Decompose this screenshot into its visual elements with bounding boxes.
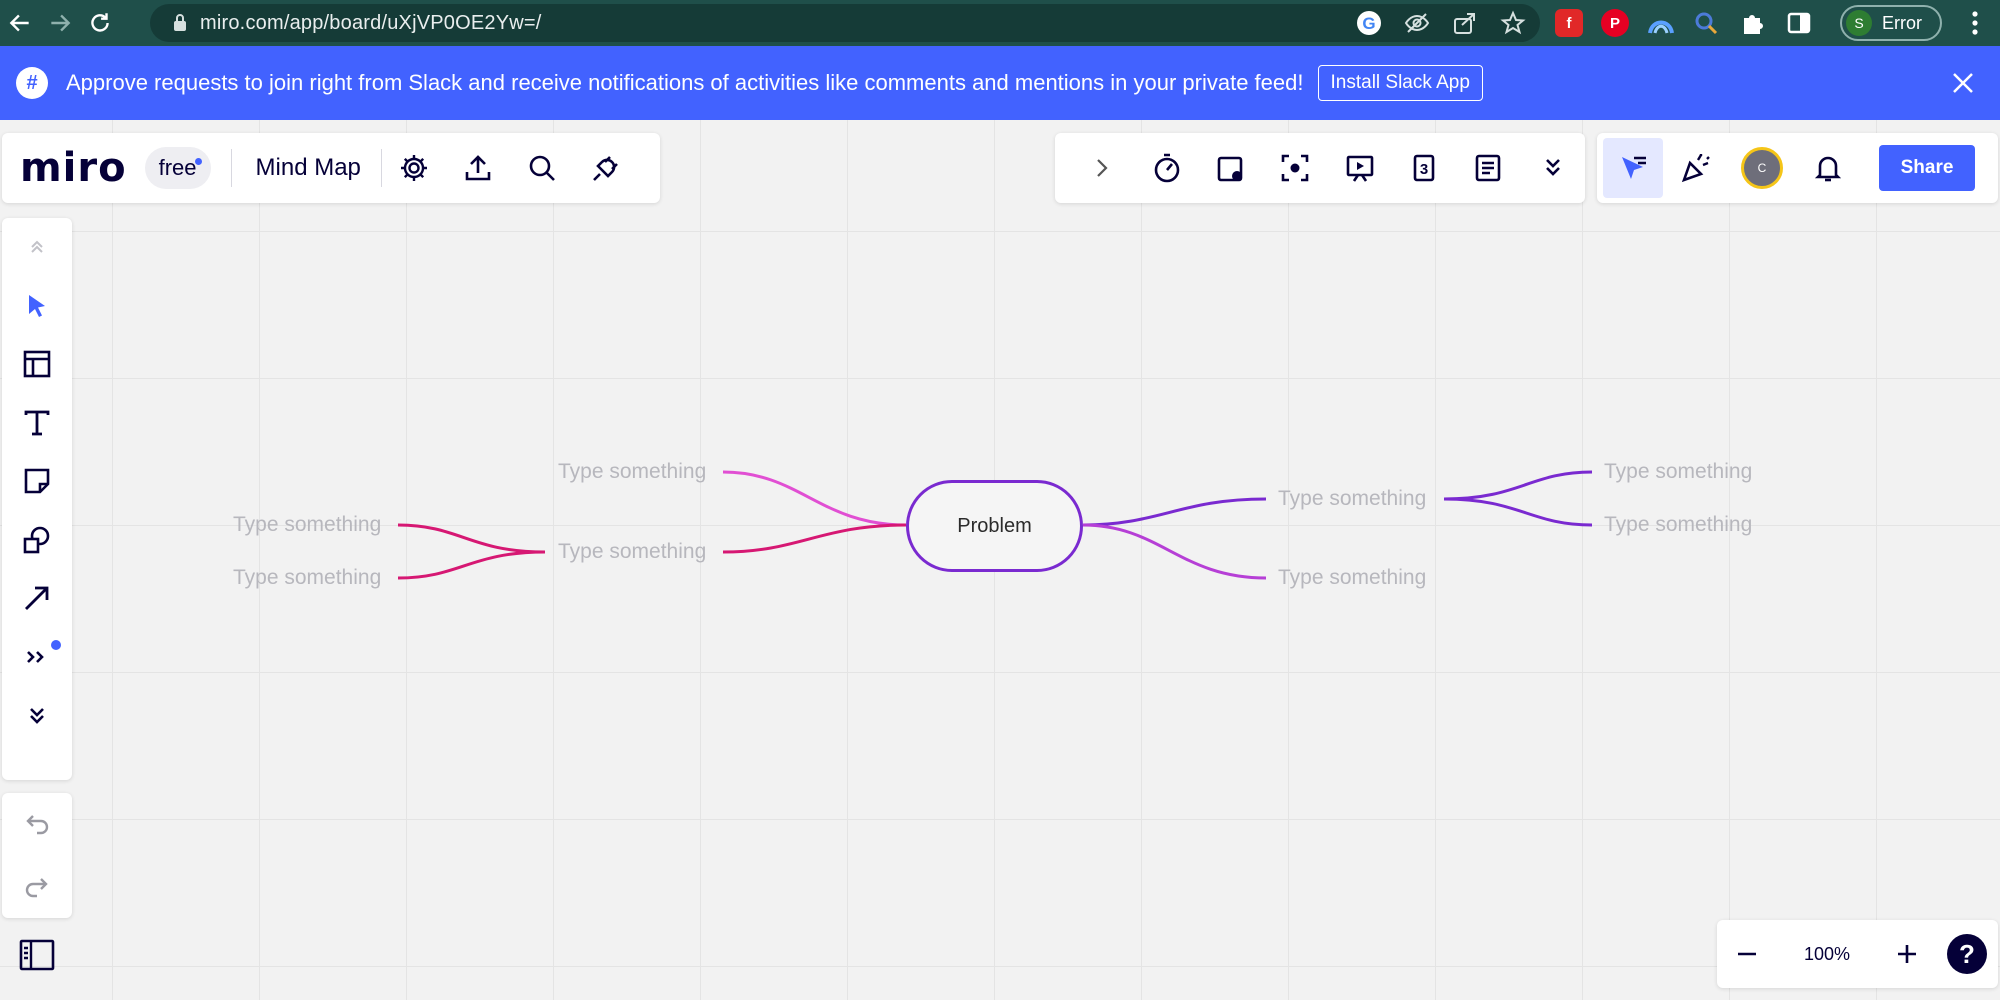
zoom-controls: 100% ?: [1717, 920, 1998, 988]
header-divider: [230, 149, 232, 187]
creation-toolbar: [2, 218, 72, 780]
search-icon[interactable]: [510, 133, 574, 203]
plan-badge[interactable]: free: [144, 147, 211, 189]
bring-to-me-icon[interactable]: [1263, 133, 1327, 203]
plan-label: free: [158, 155, 197, 180]
board-header-panel: miro free Mind Map: [2, 133, 660, 203]
frames-counter-icon[interactable]: 3: [1392, 133, 1456, 203]
cursor-tracking-icon[interactable]: [1603, 138, 1663, 198]
google-icon[interactable]: G: [1356, 10, 1382, 36]
pinterest-icon[interactable]: P: [1601, 9, 1629, 37]
sticky-note-icon[interactable]: [2, 452, 72, 511]
eye-off-icon[interactable]: [1404, 10, 1430, 36]
more-apps-icon[interactable]: [2, 628, 72, 687]
history-panel: [2, 793, 72, 918]
profile-avatar: S: [1846, 10, 1872, 36]
undo-icon[interactable]: [21, 808, 53, 840]
svg-text:G: G: [1362, 14, 1375, 33]
share-button[interactable]: Share: [1879, 145, 1975, 191]
reactions-confetti-icon[interactable]: [1663, 133, 1729, 203]
profile-status: Error: [1882, 12, 1922, 33]
cards-voting-icon[interactable]: [1199, 133, 1263, 203]
extensions-puzzle-icon[interactable]: [1739, 9, 1767, 37]
user-actions-panel: C Share: [1597, 133, 1998, 203]
presentation-icon[interactable]: [1328, 133, 1392, 203]
mindmap-node-right-bottom[interactable]: Type something: [1278, 566, 1426, 590]
plan-dot: [194, 158, 202, 165]
new-indicator-dot: [51, 639, 61, 650]
banner-close-icon[interactable]: [1946, 66, 1980, 100]
expand-chevron-icon[interactable]: [1070, 133, 1134, 203]
address-bar[interactable]: miro.com/app/board/uXjVP0OE2Yw=/ G: [150, 4, 1540, 42]
mindmap-node-left-child-bottom[interactable]: Type something: [233, 566, 381, 590]
board-panel-toggle-icon[interactable]: [18, 938, 56, 972]
redo-icon[interactable]: [21, 871, 53, 903]
zoom-out-icon[interactable]: [1717, 920, 1777, 988]
mindmap-node-left-bottom[interactable]: Type something: [558, 540, 706, 564]
profile-button[interactable]: S Error: [1840, 5, 1942, 41]
timer-icon[interactable]: [1134, 133, 1198, 203]
side-panel-icon[interactable]: [1785, 9, 1813, 37]
templates-icon[interactable]: [2, 335, 72, 394]
expand-toolbar-icon[interactable]: [2, 686, 72, 745]
collapse-toolbar-icon[interactable]: [2, 218, 72, 277]
board-title[interactable]: Mind Map: [256, 154, 361, 182]
shapes-icon[interactable]: [2, 511, 72, 570]
zoom-in-icon[interactable]: [1877, 920, 1937, 988]
text-tool-icon[interactable]: [2, 394, 72, 453]
mindmap-node-left-child-top[interactable]: Type something: [233, 513, 381, 537]
lock-icon: [174, 14, 186, 31]
arc-extension-icon[interactable]: [1647, 9, 1675, 37]
share-page-icon[interactable]: [1452, 10, 1478, 36]
notes-document-icon[interactable]: [1456, 133, 1520, 203]
bookmark-star-icon[interactable]: [1500, 10, 1526, 36]
install-slack-app-button[interactable]: Install Slack App: [1317, 65, 1483, 101]
mindmap-root-node[interactable]: Problem: [906, 480, 1083, 572]
apps-plug-icon[interactable]: [574, 133, 638, 203]
collaboration-toolbar: 3: [1055, 133, 1585, 203]
help-icon[interactable]: ?: [1947, 934, 1987, 974]
upload-export-icon[interactable]: [446, 133, 510, 203]
browser-menu-icon[interactable]: [1955, 0, 1995, 46]
slack-hash-icon: #: [16, 67, 48, 99]
collaborator-avatar[interactable]: C: [1729, 133, 1795, 203]
more-tools-chevron-icon[interactable]: [1521, 133, 1585, 203]
back-icon[interactable]: [0, 0, 40, 46]
browser-toolbar: miro.com/app/board/uXjVP0OE2Yw=/ G f P S…: [0, 0, 2000, 46]
color-picker-icon[interactable]: [1693, 9, 1721, 37]
select-cursor-icon[interactable]: [2, 277, 72, 336]
notifications-bell-icon[interactable]: [1795, 133, 1861, 203]
mindmap-node-right-child-top[interactable]: Type something: [1604, 460, 1752, 484]
mindmap-node-right-top[interactable]: Type something: [1278, 487, 1426, 511]
reload-icon[interactable]: [80, 0, 120, 46]
banner-text: Approve requests to join right from Slac…: [66, 70, 1304, 95]
url-text: miro.com/app/board/uXjVP0OE2Yw=/: [200, 11, 542, 34]
mindmap-node-right-child-bottom[interactable]: Type something: [1604, 513, 1752, 537]
connection-line-icon[interactable]: [2, 569, 72, 628]
flipboard-icon[interactable]: f: [1555, 9, 1583, 37]
collaborator-initial: C: [1741, 147, 1783, 189]
zoom-level[interactable]: 100%: [1777, 944, 1877, 965]
settings-gear-icon[interactable]: [382, 133, 446, 203]
svg-text:3: 3: [1420, 161, 1428, 178]
forward-icon[interactable]: [40, 0, 80, 46]
miro-logo[interactable]: miro: [20, 145, 127, 191]
mindmap-node-left-top[interactable]: Type something: [558, 460, 706, 484]
slack-banner: # Approve requests to join right from Sl…: [0, 46, 2000, 120]
